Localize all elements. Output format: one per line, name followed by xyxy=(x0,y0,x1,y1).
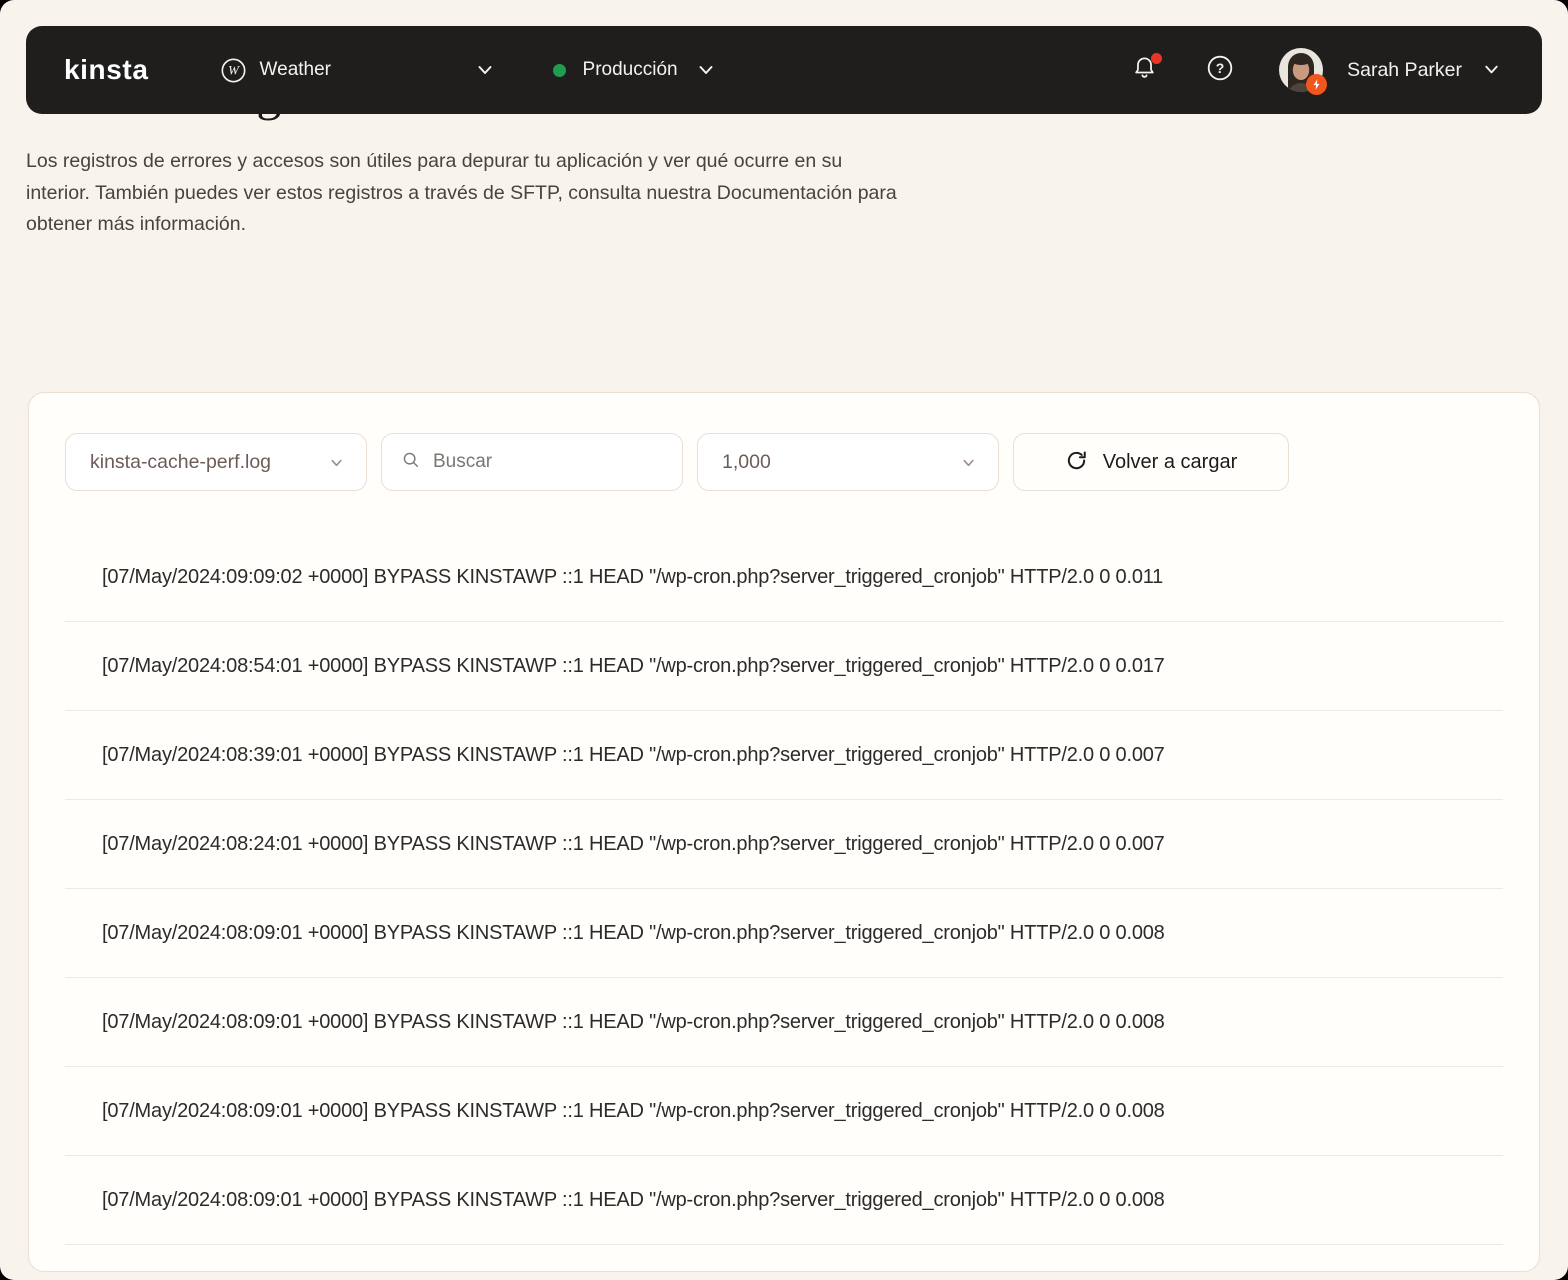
chevron-down-icon xyxy=(961,455,976,470)
log-row: [07/May/2024:08:54:01 +0000] BYPASS KINS… xyxy=(65,622,1503,711)
site-switcher-dropdown[interactable]: W Weather xyxy=(221,58,495,83)
log-row: [07/May/2024:08:09:01 +0000] BYPASS KINS… xyxy=(65,978,1503,1067)
user-menu[interactable]: Sarah Parker xyxy=(1279,48,1502,95)
navbar-actions: ? Sarah Parker xyxy=(1129,48,1502,95)
log-line-text: [07/May/2024:08:09:01 +0000] BYPASS KINS… xyxy=(102,1188,1165,1211)
chevron-down-icon xyxy=(1482,60,1502,80)
log-line-text: [07/May/2024:08:09:01 +0000] BYPASS KINS… xyxy=(102,921,1165,944)
log-row: [07/May/2024:08:24:01 +0000] BYPASS KINS… xyxy=(65,800,1503,889)
environment-label: Producción xyxy=(582,59,678,80)
svg-text:W: W xyxy=(228,62,240,77)
svg-text:?: ? xyxy=(1216,59,1225,75)
page-description-line: Los registros de errores y accesos son ú… xyxy=(26,150,843,172)
log-line-text: [07/May/2024:08:09:01 +0000] BYPASS KINS… xyxy=(102,1010,1165,1033)
log-file-select[interactable]: kinsta-cache-perf.log xyxy=(65,433,367,491)
environment-status-dot xyxy=(552,63,566,77)
log-row: [07/May/2024:08:09:01 +0000] BYPASS KINS… xyxy=(65,1156,1503,1245)
log-line-text: [07/May/2024:08:39:01 +0000] BYPASS KINS… xyxy=(102,743,1165,766)
log-list: [07/May/2024:09:09:02 +0000] BYPASS KINS… xyxy=(65,533,1503,1245)
search-input[interactable] xyxy=(433,451,662,473)
site-switcher-label: Weather xyxy=(259,59,331,80)
line-count-select-value: 1,000 xyxy=(722,450,771,473)
log-toolbar: kinsta-cache-perf.log 1,000 xyxy=(65,433,1503,491)
log-row: [07/May/2024:09:09:02 +0000] BYPASS KINS… xyxy=(65,533,1503,622)
help-button[interactable]: ? xyxy=(1205,55,1235,85)
lightning-icon xyxy=(1306,74,1328,95)
search-icon xyxy=(402,451,420,474)
notifications-button[interactable] xyxy=(1129,53,1163,85)
page: kinsta W Weather Producción ? Sarah Park… xyxy=(0,0,1568,1280)
log-line-text: [07/May/2024:08:54:01 +0000] BYPASS KINS… xyxy=(102,654,1165,677)
page-description-line: interior. También puedes ver estos regis… xyxy=(26,181,897,204)
user-name: Sarah Parker xyxy=(1347,58,1462,81)
wordpress-icon: W xyxy=(221,58,246,83)
notification-badge xyxy=(1151,53,1163,64)
line-count-select[interactable]: 1,000 xyxy=(697,433,999,491)
page-description-line: obtener más información. xyxy=(26,213,247,235)
page-description: Los registros de errores y accesos son ú… xyxy=(26,146,1568,241)
log-row: [07/May/2024:08:09:01 +0000] BYPASS KINS… xyxy=(65,889,1503,978)
reload-button[interactable]: Volver a cargar xyxy=(1013,433,1289,491)
log-line-text: [07/May/2024:08:09:01 +0000] BYPASS KINS… xyxy=(102,1099,1165,1122)
refresh-icon xyxy=(1065,449,1088,475)
chevron-down-icon xyxy=(475,60,495,80)
reload-button-label: Volver a cargar xyxy=(1102,450,1238,473)
log-line-text: [07/May/2024:09:09:02 +0000] BYPASS KINS… xyxy=(102,565,1164,588)
log-row: [07/May/2024:08:09:01 +0000] BYPASS KINS… xyxy=(65,1067,1503,1156)
log-file-select-value: kinsta-cache-perf.log xyxy=(90,450,272,473)
log-line-text: [07/May/2024:08:24:01 +0000] BYPASS KINS… xyxy=(102,832,1165,855)
chevron-down-icon xyxy=(696,60,716,80)
avatar xyxy=(1279,48,1328,95)
kinsta-logo[interactable]: kinsta xyxy=(64,54,149,86)
log-viewer-card: kinsta-cache-perf.log 1,000 xyxy=(28,392,1540,1272)
log-row: [07/May/2024:08:39:01 +0000] BYPASS KINS… xyxy=(65,711,1503,800)
environment-switcher-dropdown[interactable]: Producción xyxy=(552,59,716,81)
question-icon: ? xyxy=(1206,54,1234,87)
top-navbar: kinsta W Weather Producción ? Sarah Park… xyxy=(26,26,1542,114)
search-box xyxy=(381,433,683,491)
chevron-down-icon xyxy=(329,455,344,470)
